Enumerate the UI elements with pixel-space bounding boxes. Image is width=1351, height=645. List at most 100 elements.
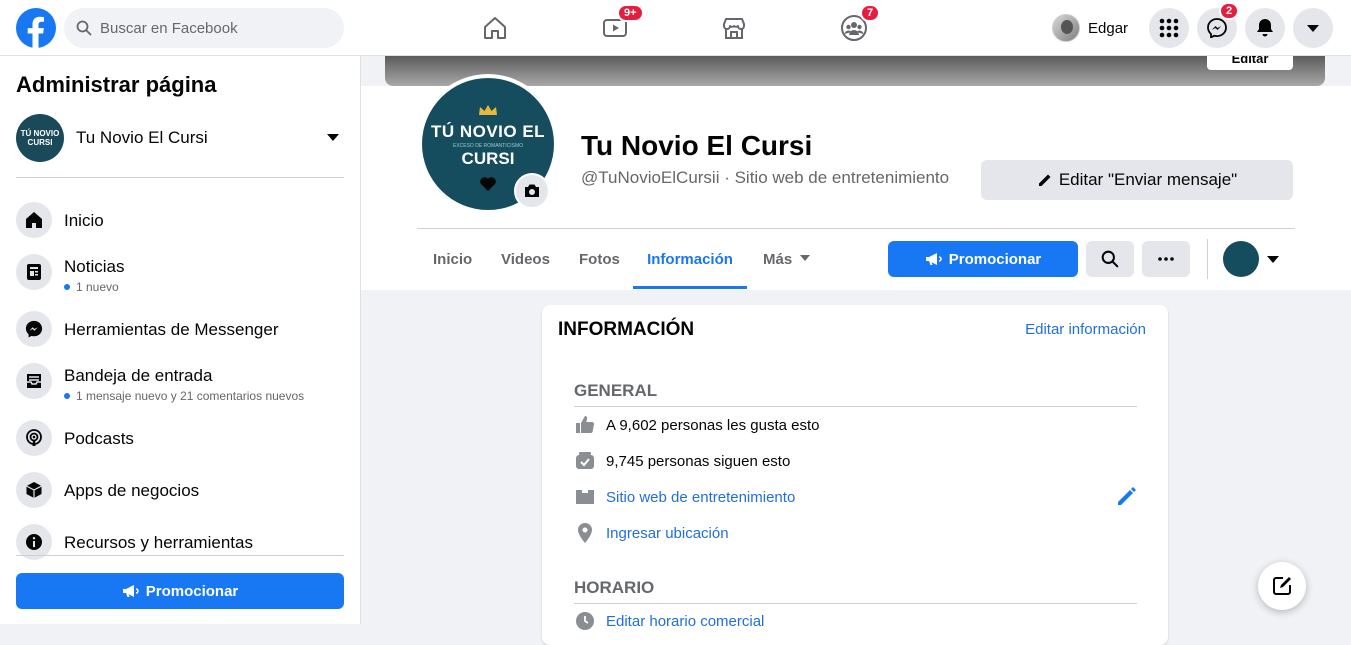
page-title: Tu Novio El Cursi [581, 130, 813, 161]
caret-down-icon [800, 251, 811, 262]
nav-groups[interactable]: 7 [824, 4, 884, 48]
caret-down-icon[interactable] [1267, 256, 1279, 264]
sidebar-item-sub: 1 nuevo [76, 280, 119, 294]
divider [1207, 239, 1208, 279]
groups-badge: 7 [860, 4, 881, 22]
more-dots-icon [1158, 257, 1174, 261]
tab-label: Inicio [433, 251, 473, 268]
home-icon [16, 202, 52, 238]
nav-marketplace[interactable] [704, 8, 764, 48]
sidebar-item-label: Apps de negocios [64, 481, 200, 500]
more-options-button[interactable] [1142, 241, 1190, 277]
sidebar-item-label: Herramientas de Messenger [64, 320, 279, 339]
sidebar-title: Administrar página [16, 72, 217, 97]
tab-label: Videos [501, 251, 550, 268]
tab-informacion[interactable]: Información [633, 241, 747, 289]
page-selector[interactable]: TÚ NOVIO CURSI Tu Novio El Cursi [16, 114, 344, 162]
edit-info-link[interactable]: Editar información [1025, 321, 1146, 338]
sidebar-item-messenger-tools[interactable]: Herramientas de Messenger [16, 311, 344, 347]
search-bar[interactable] [64, 8, 344, 48]
nav-home[interactable] [465, 8, 525, 48]
pencil-icon [1037, 172, 1053, 188]
sidebar-item-sub: 1 mensaje nuevo y 21 comentarios nuevos [76, 389, 305, 403]
logo-line-1: TÚ NOVIO EL [430, 122, 546, 141]
new-message-button[interactable] [1258, 562, 1306, 610]
divider [417, 228, 1295, 229]
page-main: Editar TÚ NOVIO EL EXCESO DE ROMANTICISM… [361, 52, 1351, 645]
promote-label: Promocionar [948, 250, 1042, 268]
megaphone-icon [122, 584, 140, 598]
search-input[interactable] [100, 19, 320, 37]
sidebar-item-podcasts[interactable]: Podcasts [16, 420, 344, 456]
divider [574, 603, 1137, 604]
notifications-button[interactable] [1245, 8, 1285, 48]
sidebar-item-noticias[interactable]: Noticias 1 nuevo [16, 254, 344, 294]
search-page-button[interactable] [1086, 241, 1134, 277]
cube-icon [16, 472, 52, 508]
followers-text: 9,745 personas siguen esto [606, 452, 791, 470]
likes-row: A 9,602 personas les gusta esto [574, 414, 819, 436]
tab-fotos[interactable]: Fotos [563, 241, 636, 289]
home-icon [482, 15, 508, 41]
tab-inicio[interactable]: Inicio [417, 241, 488, 289]
promote-label: Promocionar [145, 582, 239, 600]
tab-label: Fotos [579, 251, 620, 268]
divider [574, 406, 1137, 407]
category-text[interactable]: Sitio web de entretenimiento [606, 489, 795, 506]
tab-mas[interactable]: Más [747, 241, 826, 289]
tab-label: Más [763, 251, 793, 268]
sidebar-item-business-apps[interactable]: Apps de negocios [16, 472, 344, 508]
sidebar-item-inbox[interactable]: Bandeja de entrada 1 mensaje nuevo y 21 … [16, 363, 344, 403]
messenger-icon [1207, 18, 1227, 38]
megaphone-icon [925, 252, 943, 266]
location-row[interactable]: Ingresar ubicación [574, 522, 729, 544]
sidebar-item-label: Inicio [64, 211, 104, 230]
hours-edit-text[interactable]: Editar horario comercial [606, 613, 764, 630]
hours-row[interactable]: Editar horario comercial [574, 610, 764, 632]
inbox-icon [16, 363, 52, 399]
tab-label: Información [647, 251, 733, 268]
tab-videos[interactable]: Videos [485, 241, 566, 289]
sidebar-item-label: Bandeja de entrada [64, 366, 213, 385]
sidebar-item-label: Noticias [64, 257, 125, 276]
promote-button[interactable]: Promocionar [16, 573, 344, 609]
followers-row: 9,745 personas siguen esto [574, 450, 790, 472]
location-text[interactable]: Ingresar ubicación [606, 525, 729, 542]
pencil-icon[interactable] [1115, 486, 1137, 508]
location-pin-icon [574, 522, 596, 544]
search-icon [1101, 250, 1119, 268]
messenger-badge: 2 [1219, 2, 1240, 20]
sidebar-item-label: Podcasts [64, 429, 134, 448]
general-heading: GENERAL [574, 381, 658, 400]
messenger-button[interactable]: 2 [1197, 2, 1240, 48]
edit-send-message-button[interactable]: Editar "Enviar mensaje" [981, 160, 1293, 200]
divider [16, 555, 344, 556]
edit-send-message-label: Editar "Enviar mensaje" [1058, 170, 1238, 189]
divider [16, 177, 344, 178]
sidebar-item-label: Recursos y herramientas [64, 533, 253, 552]
page-selector-name: Tu Novio El Cursi [76, 128, 208, 147]
search-icon [76, 20, 92, 36]
logo-line-3: CURSI [461, 149, 515, 168]
account-menu-button[interactable] [1293, 8, 1333, 48]
grid-menu-icon [1159, 18, 1179, 38]
cover-photo: Editar [385, 52, 1325, 86]
nav-watch[interactable]: 9+ [585, 4, 645, 48]
sidebar-item-inicio[interactable]: Inicio [16, 202, 344, 238]
page-avatar: TÚ NOVIO CURSI [16, 114, 64, 162]
change-photo-button[interactable] [514, 173, 550, 209]
top-navigation-bar: 9+ 7 Edgar 2 [0, 0, 1351, 56]
messenger-icon [16, 311, 52, 347]
compose-icon [1271, 575, 1293, 597]
follow-check-icon [574, 450, 596, 472]
page-avatar[interactable] [1223, 241, 1259, 277]
unread-dot [64, 393, 70, 399]
facebook-logo-icon[interactable] [16, 8, 56, 48]
category-row[interactable]: Sitio web de entretenimiento [574, 486, 795, 508]
podcast-icon [16, 420, 52, 456]
promote-button[interactable]: Promocionar [888, 241, 1078, 277]
heart-icon [480, 177, 496, 191]
menu-button[interactable] [1149, 8, 1189, 48]
profile-shortcut[interactable]: Edgar [1052, 12, 1128, 44]
category-icon [574, 486, 596, 508]
